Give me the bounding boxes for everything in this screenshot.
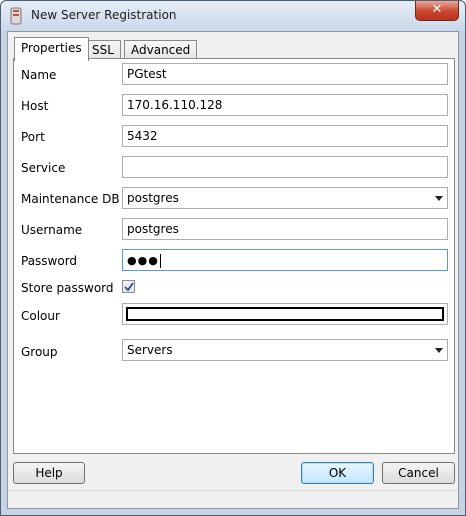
password-field[interactable]: ●●●: [122, 249, 448, 271]
maintenance-db-label: Maintenance DB: [21, 192, 120, 206]
tab-ssl[interactable]: SSL: [85, 40, 121, 60]
cancel-button[interactable]: Cancel: [382, 462, 455, 484]
close-button[interactable]: ✕: [415, 1, 459, 21]
dialog-window: New Server Registration ✕ Properties SSL…: [0, 0, 466, 516]
checkmark-icon: [124, 282, 134, 292]
group-value: Servers: [127, 343, 173, 357]
port-label: Port: [21, 130, 45, 144]
store-password-label: Store password: [21, 281, 114, 295]
service-field[interactable]: [122, 156, 448, 178]
host-label: Host: [21, 99, 49, 113]
dialog-client-area: Properties SSL Advanced Name PGtest Host…: [7, 31, 459, 509]
colour-label: Colour: [21, 309, 60, 323]
username-label: Username: [21, 223, 83, 237]
ok-button[interactable]: OK: [301, 462, 374, 484]
help-button[interactable]: Help: [13, 462, 85, 484]
service-label: Service: [21, 161, 66, 175]
store-password-checkbox[interactable]: [122, 280, 135, 293]
name-field[interactable]: PGtest: [122, 63, 448, 85]
text-cursor: [159, 253, 161, 268]
group-select[interactable]: Servers: [122, 339, 448, 361]
name-label: Name: [21, 68, 57, 82]
password-mask: ●●●: [127, 254, 159, 267]
maintenance-db-select[interactable]: postgres: [122, 187, 448, 209]
maintenance-db-value: postgres: [127, 191, 179, 205]
window-title: New Server Registration: [31, 8, 177, 22]
tab-advanced[interactable]: Advanced: [124, 40, 198, 60]
chevron-down-icon: [435, 348, 443, 353]
chevron-down-icon: [435, 196, 443, 201]
properties-panel: Name PGtest Host 170.16.110.128 Port 543…: [13, 58, 455, 454]
password-label: Password: [21, 254, 78, 268]
title-bar[interactable]: New Server Registration ✕: [1, 1, 465, 31]
close-icon: ✕: [431, 2, 443, 17]
colour-picker-field[interactable]: [122, 303, 448, 325]
port-field[interactable]: 5432: [122, 125, 448, 147]
status-bar: [8, 490, 458, 508]
tab-properties[interactable]: Properties: [14, 37, 89, 61]
colour-swatch: [126, 307, 444, 321]
pgadmin-app-icon: [10, 7, 22, 25]
group-label: Group: [21, 345, 58, 359]
host-field[interactable]: 170.16.110.128: [122, 94, 448, 116]
username-field[interactable]: postgres: [122, 218, 448, 240]
